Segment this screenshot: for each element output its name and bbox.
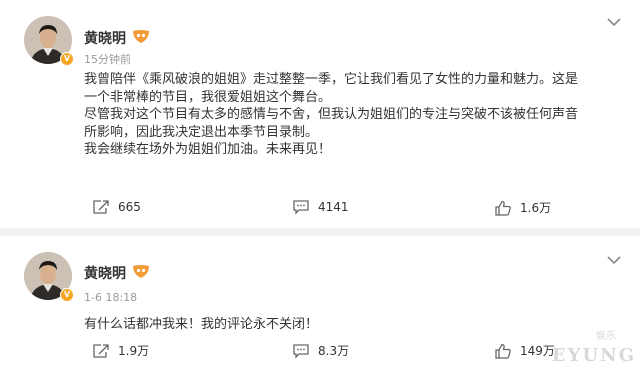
verified-badge-icon: V [60,288,74,302]
repost-count: 665 [118,200,141,214]
post-line: 我曾陪伴《乘风破浪的姐姐》走过整整一季，它让我们看见了女性的力量和魅力。这是 [84,72,579,87]
level-medal-icon [133,30,149,43]
thumbs-up-icon [495,200,511,216]
watermark: EYUNG [551,345,636,366]
like-count: 1.6万 [520,201,552,215]
like-button[interactable]: 149万 [494,342,555,359]
comment-icon [293,343,309,359]
post-line: 所影响，因此我决定退出本季节目录制。 [84,124,319,140]
repost-count: 1.9万 [118,344,150,358]
weibo-post-2: V 黄晓明 1-6 18:18 有什么话都冲我来！我的评论永不关闭！ 1.9万 … [0,236,640,368]
chevron-down-icon[interactable] [606,16,622,28]
like-count: 149万 [520,344,555,358]
comment-button[interactable]: 4141 [292,199,349,215]
post-line: 我会继续在场外为姐姐们加油。未来再见！ [84,142,332,157]
author-name[interactable]: 黄晓明 [84,28,126,48]
thumbs-up-icon [495,343,511,359]
comment-button[interactable]: 8.3万 [292,342,349,359]
level-medal-icon [133,265,149,278]
watermark-small: 娱乐 [596,331,616,342]
weibo-post-1: V 黄晓明 15分钟前 我曾陪伴《乘风破浪的姐姐》走过整整一季，它让我们看见了女… [0,0,640,228]
repost-button[interactable]: 1.9万 [92,342,149,359]
like-button[interactable]: 1.6万 [494,199,551,216]
post-content: 我曾陪伴《乘风破浪的姐姐》走过整整一季，它让我们看见了女性的力量和魅力。这是 一… [84,71,624,159]
author-name[interactable]: 黄晓明 [84,263,126,283]
repost-icon [93,343,109,358]
comment-count: 4141 [318,200,349,214]
comment-icon [293,200,309,215]
verified-badge-icon: V [60,52,74,66]
post-line: 尽管我对这个节目有太多的感情与不舍，但我认为姐姐们的专注与突破不该被任何声音 [84,107,579,122]
repost-icon [93,200,109,214]
post-timestamp[interactable]: 1-6 18:18 [84,291,137,304]
chevron-down-icon[interactable] [606,254,622,266]
repost-button[interactable]: 665 [92,199,141,215]
post-content: 有什么话都冲我来！我的评论永不关闭！ [84,316,624,334]
post-line: 有什么话都冲我来！我的评论永不关闭！ [84,317,319,332]
comment-count: 8.3万 [318,344,350,358]
post-timestamp[interactable]: 15分钟前 [84,51,131,67]
post-line: 一个非常棒的节目，我很爱姐姐这个舞台。 [84,89,332,105]
